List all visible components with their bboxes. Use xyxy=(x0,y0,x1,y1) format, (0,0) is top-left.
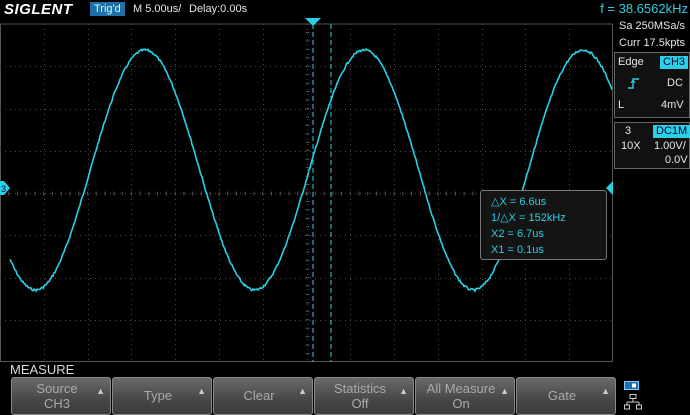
clear-softkey-label: Clear xyxy=(243,388,275,403)
inverse-delta-x-readout: 1/△X = 152kHz xyxy=(491,212,566,224)
cursor-measure-box: △X = 6.6us 1/△X = 152kHz X2 = 6.7us X1 =… xyxy=(480,190,607,260)
rising-edge-icon xyxy=(628,78,639,89)
type-softkey[interactable]: Type ▲ xyxy=(112,377,212,415)
all-measure-softkey[interactable]: All Measure On ▲ xyxy=(415,377,515,415)
source-softkey-value: CH3 xyxy=(43,396,70,411)
up-arrow-icon: ▲ xyxy=(500,386,509,396)
frequency-counter: f = 38.6562kHz xyxy=(600,1,688,16)
channel-number: 3 xyxy=(625,125,632,137)
up-arrow-icon: ▲ xyxy=(197,386,206,396)
all-measure-softkey-value: On xyxy=(452,396,470,411)
channel-coupling-badge: DC1M xyxy=(653,125,690,138)
x2-readout: X2 = 6.7us xyxy=(491,228,544,240)
delay-readout[interactable]: Delay:0.00s xyxy=(189,2,247,16)
status-icons xyxy=(614,377,690,414)
statistics-softkey-value: Off xyxy=(351,396,369,411)
trigger-source-badge: CH3 xyxy=(660,56,689,69)
brand-logo: SIGLENT xyxy=(4,1,73,18)
statistics-softkey[interactable]: Statistics Off ▲ xyxy=(314,377,414,415)
usb-icon xyxy=(624,381,639,390)
probe-attenuation: 10X xyxy=(621,140,641,152)
up-arrow-icon: ▲ xyxy=(399,386,408,396)
channel-3-panel[interactable]: 3 DC1M 10X 1.00V/ 0.0V xyxy=(614,122,690,169)
right-info-panel: Sa 250MSa/s Curr 17.5kpts Edge CH3 DC L … xyxy=(613,18,690,362)
vertical-offset: 0.0V xyxy=(665,154,688,166)
timebase-readout[interactable]: M 5.00us/ xyxy=(133,2,181,16)
trigger-mode-letter: L xyxy=(618,99,625,111)
softkey-bar: Source CH3 ▲ Type ▲ Clear ▲ Statistics O… xyxy=(0,377,616,415)
trigger-status-badge: Trig'd xyxy=(90,2,125,16)
trigger-level-marker xyxy=(606,181,613,195)
type-softkey-label: Type xyxy=(143,388,173,403)
vertical-scale: 1.00V/ xyxy=(654,140,686,152)
trigger-type: Edge xyxy=(618,56,644,68)
trigger-coupling: DC xyxy=(667,77,683,89)
x1-readout: X1 = 0.1us xyxy=(491,244,544,256)
network-icon xyxy=(624,394,642,410)
trigger-panel[interactable]: Edge CH3 DC L 4mV xyxy=(614,52,690,118)
up-arrow-icon: ▲ xyxy=(601,386,610,396)
memory-depth: Curr 17.5kpts xyxy=(619,37,686,49)
channel-ground-label: 3 xyxy=(1,184,6,194)
sample-rate: Sa 250MSa/s xyxy=(619,20,686,32)
source-softkey[interactable]: Source CH3 ▲ xyxy=(11,377,111,415)
source-softkey-label: Source xyxy=(36,381,78,396)
clear-softkey[interactable]: Clear ▲ xyxy=(213,377,313,415)
all-measure-softkey-label: All Measure xyxy=(426,381,496,396)
delta-x-readout: △X = 6.6us xyxy=(491,196,547,208)
gate-softkey-label: Gate xyxy=(547,388,577,403)
statistics-softkey-label: Statistics xyxy=(333,381,386,396)
top-status-bar: SIGLENT Trig'd M 5.00us/ Delay:0.00s f =… xyxy=(0,0,690,18)
up-arrow-icon: ▲ xyxy=(298,386,307,396)
menu-title: MEASURE xyxy=(10,362,75,377)
trigger-level: 4mV xyxy=(661,99,684,111)
gate-softkey[interactable]: Gate ▲ xyxy=(516,377,616,415)
up-arrow-icon: ▲ xyxy=(96,386,105,396)
